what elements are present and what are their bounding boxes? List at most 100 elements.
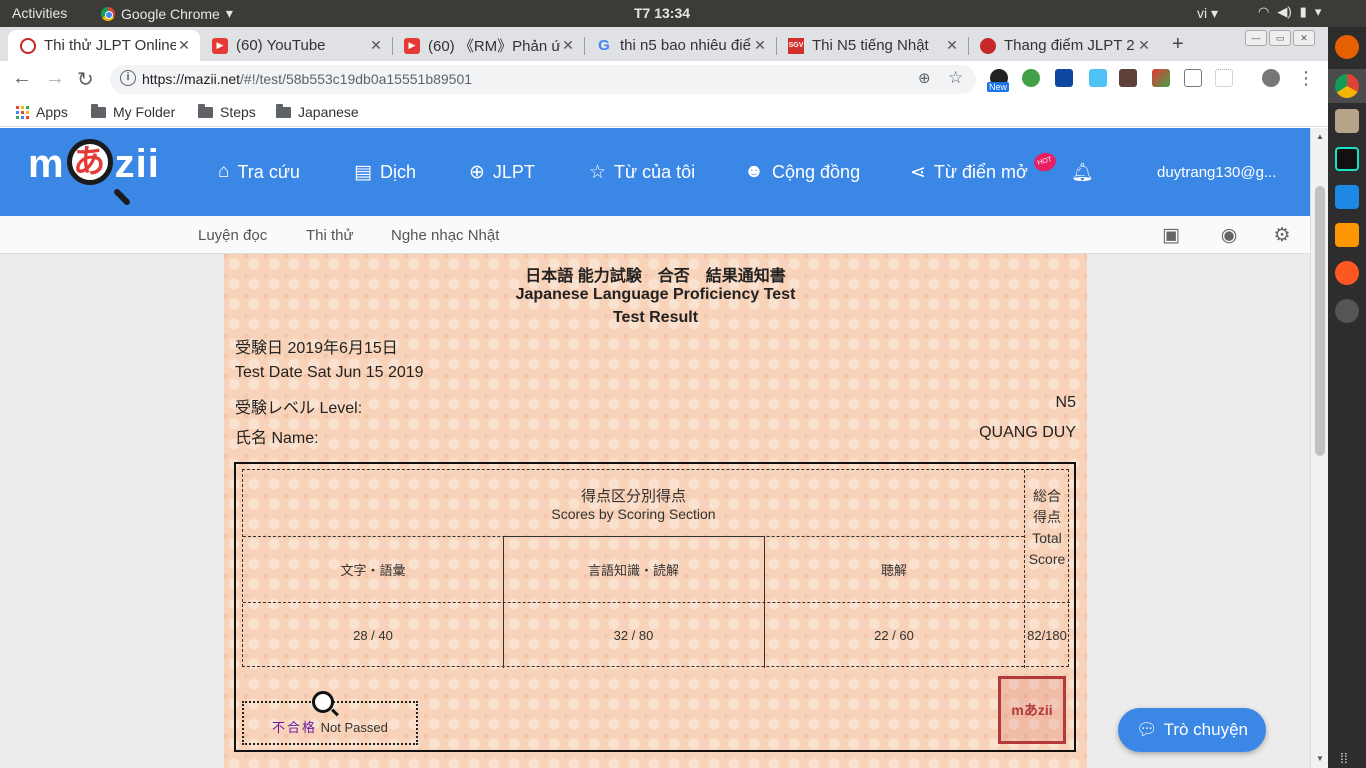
close-icon[interactable]: ✕ [176,37,192,54]
extension-icon[interactable] [1152,69,1170,87]
bookmark-star-icon[interactable]: ☆ [948,68,963,88]
nav-tu-dien-mo[interactable]: ⋖ Từ điển mở [910,161,1028,184]
test-date-jp: 受験日 2019年6月15日 [235,340,398,357]
home-icon: ⌂ [218,161,230,182]
bookmark-label: My Folder [113,104,176,120]
show-apps-icon[interactable]: ⁞⁞ [1340,750,1348,766]
new-tab-button[interactable]: + [1172,33,1184,56]
bookmark-apps[interactable]: Apps [16,104,68,120]
subnav-luyen-doc[interactable]: Luyện đọc [198,227,267,244]
level-value: N5 [1055,394,1076,411]
tab-sgv[interactable]: SGV Thi N5 tiếng Nhật ✕ [776,30,968,61]
close-icon[interactable]: ✕ [368,37,384,54]
zoom-icon[interactable]: ⊕ [918,69,931,87]
extension-icon[interactable] [1184,69,1202,87]
bookmark-steps[interactable]: Steps [198,103,256,120]
nav-label: Tra cứu [237,161,300,182]
chat-button[interactable]: 💬︎ Trò chuyện [1118,708,1266,752]
cert-title-jp: 日本語 能力試験 合否 結果通知書 [525,268,786,285]
result-text: 不合格 Not Passed [272,717,388,736]
vscode-icon[interactable] [1335,185,1359,209]
bookmark-my-folder[interactable]: My Folder [91,103,176,120]
forward-button[interactable]: → [45,67,65,90]
folder-icon [276,103,291,118]
clock[interactable]: T7 13:34 [634,5,690,21]
app-name: Google Chrome [121,5,220,22]
extension-icon[interactable] [1215,69,1233,87]
nav-label: Từ điển mở [933,162,1028,182]
extension-icon[interactable] [1022,69,1040,87]
close-icon[interactable]: ✕ [1136,37,1152,54]
extension-icon[interactable] [1089,69,1107,87]
files-icon[interactable] [1335,109,1359,133]
bell-icon[interactable]: 🔔︎ [1071,162,1094,183]
address-bar[interactable]: i https://mazii.net/#!/test/58b553c19db0… [110,65,976,94]
eye-icon[interactable] [1335,299,1359,323]
webstorm-icon[interactable] [1335,147,1359,171]
score-table: 得点区分別得点 Scores by Scoring Section 総合 得点 … [242,469,1070,668]
user-account[interactable]: duytrang130@g... [1157,164,1276,181]
extension-icon[interactable] [1119,69,1137,87]
page-scrollbar[interactable]: ▲ ▼ [1310,128,1328,768]
nav-label: Cộng đồng [772,161,861,182]
input-language[interactable]: vi ▾ [1197,5,1218,22]
tab-mazii[interactable]: Thi thử JLPT Online ✕ [8,30,200,61]
apple-icon[interactable] [1104,224,1126,246]
mazii-stamp: mあzii [998,676,1066,744]
subnav-thi-thu[interactable]: Thi thử [306,227,354,244]
profile-avatar[interactable] [1262,69,1280,87]
tab-youtube[interactable]: ▶ (60) YouTube ✕ [200,30,392,61]
browser-toolbar: ← → ↻ i https://mazii.net/#!/test/58b553… [0,61,1328,98]
subnav-nghe-nhac[interactable]: Nghe nhạc Nhật [391,227,499,244]
result-jp: 不合格 [272,720,318,735]
extension-icon[interactable] [1055,69,1073,87]
tab-title: Thang điểm JLPT 2 [1004,37,1135,54]
sublime-icon[interactable] [1335,223,1359,247]
close-window-button[interactable]: ✕ [1293,30,1315,46]
info-icon[interactable]: i [120,70,136,86]
back-button[interactable]: ← [12,67,32,90]
activities-button[interactable]: Activities [12,5,67,21]
mazii-favicon-icon [20,37,36,54]
close-icon[interactable]: ✕ [944,37,960,54]
postman-icon[interactable] [1335,261,1359,285]
score-vocab: 28 / 40 [353,627,393,643]
chrome-icon[interactable] [1335,74,1359,98]
tab-thang-diem[interactable]: Thang điểm JLPT 2 ✕ [968,30,1160,61]
tab-google-search[interactable]: G thi n5 bao nhiêu điểm ✕ [584,30,776,61]
url-text[interactable]: https://mazii.net/#!/test/58b553c19db0a1… [142,71,472,87]
hot-badge: HOT [1032,150,1058,174]
gear-icon[interactable]: ⚙ [1271,224,1293,246]
reload-button[interactable]: ↻ [77,67,94,92]
system-tray[interactable]: ◠ ◀) ▮ ▾ [1258,4,1321,20]
section-header-en: Scores by Scoring Section [551,505,716,522]
google-icon: G [598,37,610,54]
folder-icon [91,103,106,118]
scroll-up-arrow-icon[interactable]: ▲ [1316,132,1324,141]
result-en: Not Passed [320,720,388,735]
scroll-down-arrow-icon[interactable]: ▼ [1316,754,1324,763]
new-badge: New [987,82,1010,92]
os-top-bar: Activities Google Chrome ▾ T7 13:34 vi ▾… [0,0,1366,27]
nav-tra-cuu[interactable]: ⌂ Tra cứu [218,161,300,183]
close-icon[interactable]: ✕ [560,37,576,54]
chrome-store-icon[interactable]: ◉ [1218,224,1240,246]
scrollbar-thumb[interactable] [1315,186,1325,456]
nav-jlpt[interactable]: ⊕ JLPT [469,161,535,184]
minimize-button[interactable]: — [1245,30,1267,46]
section-name-reading: 言語知識・読解 [587,562,679,578]
close-icon[interactable]: ✕ [752,37,768,54]
chrome-menu-icon[interactable]: ⋮ [1297,68,1315,89]
nav-tu-cua-toi[interactable]: ☆ Từ của tôi [589,161,695,184]
chrome-icon [101,6,115,21]
app-menu[interactable]: Google Chrome ▾ [101,5,233,22]
maximize-button[interactable]: ▭ [1269,30,1291,46]
bookmark-japanese[interactable]: Japanese [276,103,359,120]
nav-dich[interactable]: ▤ Dịch [354,161,416,184]
firefox-icon[interactable] [1335,35,1359,59]
mazii-logo[interactable]: m あ zii [28,139,160,207]
bookmark-label: Japanese [298,104,359,120]
tab-youtube-rm[interactable]: ▶ (60) 《RM》Phản ứng ✕ [392,30,584,61]
nav-cong-dong[interactable]: ☻ Cộng đồng [744,161,860,183]
android-icon[interactable]: ▣ [1160,224,1182,246]
